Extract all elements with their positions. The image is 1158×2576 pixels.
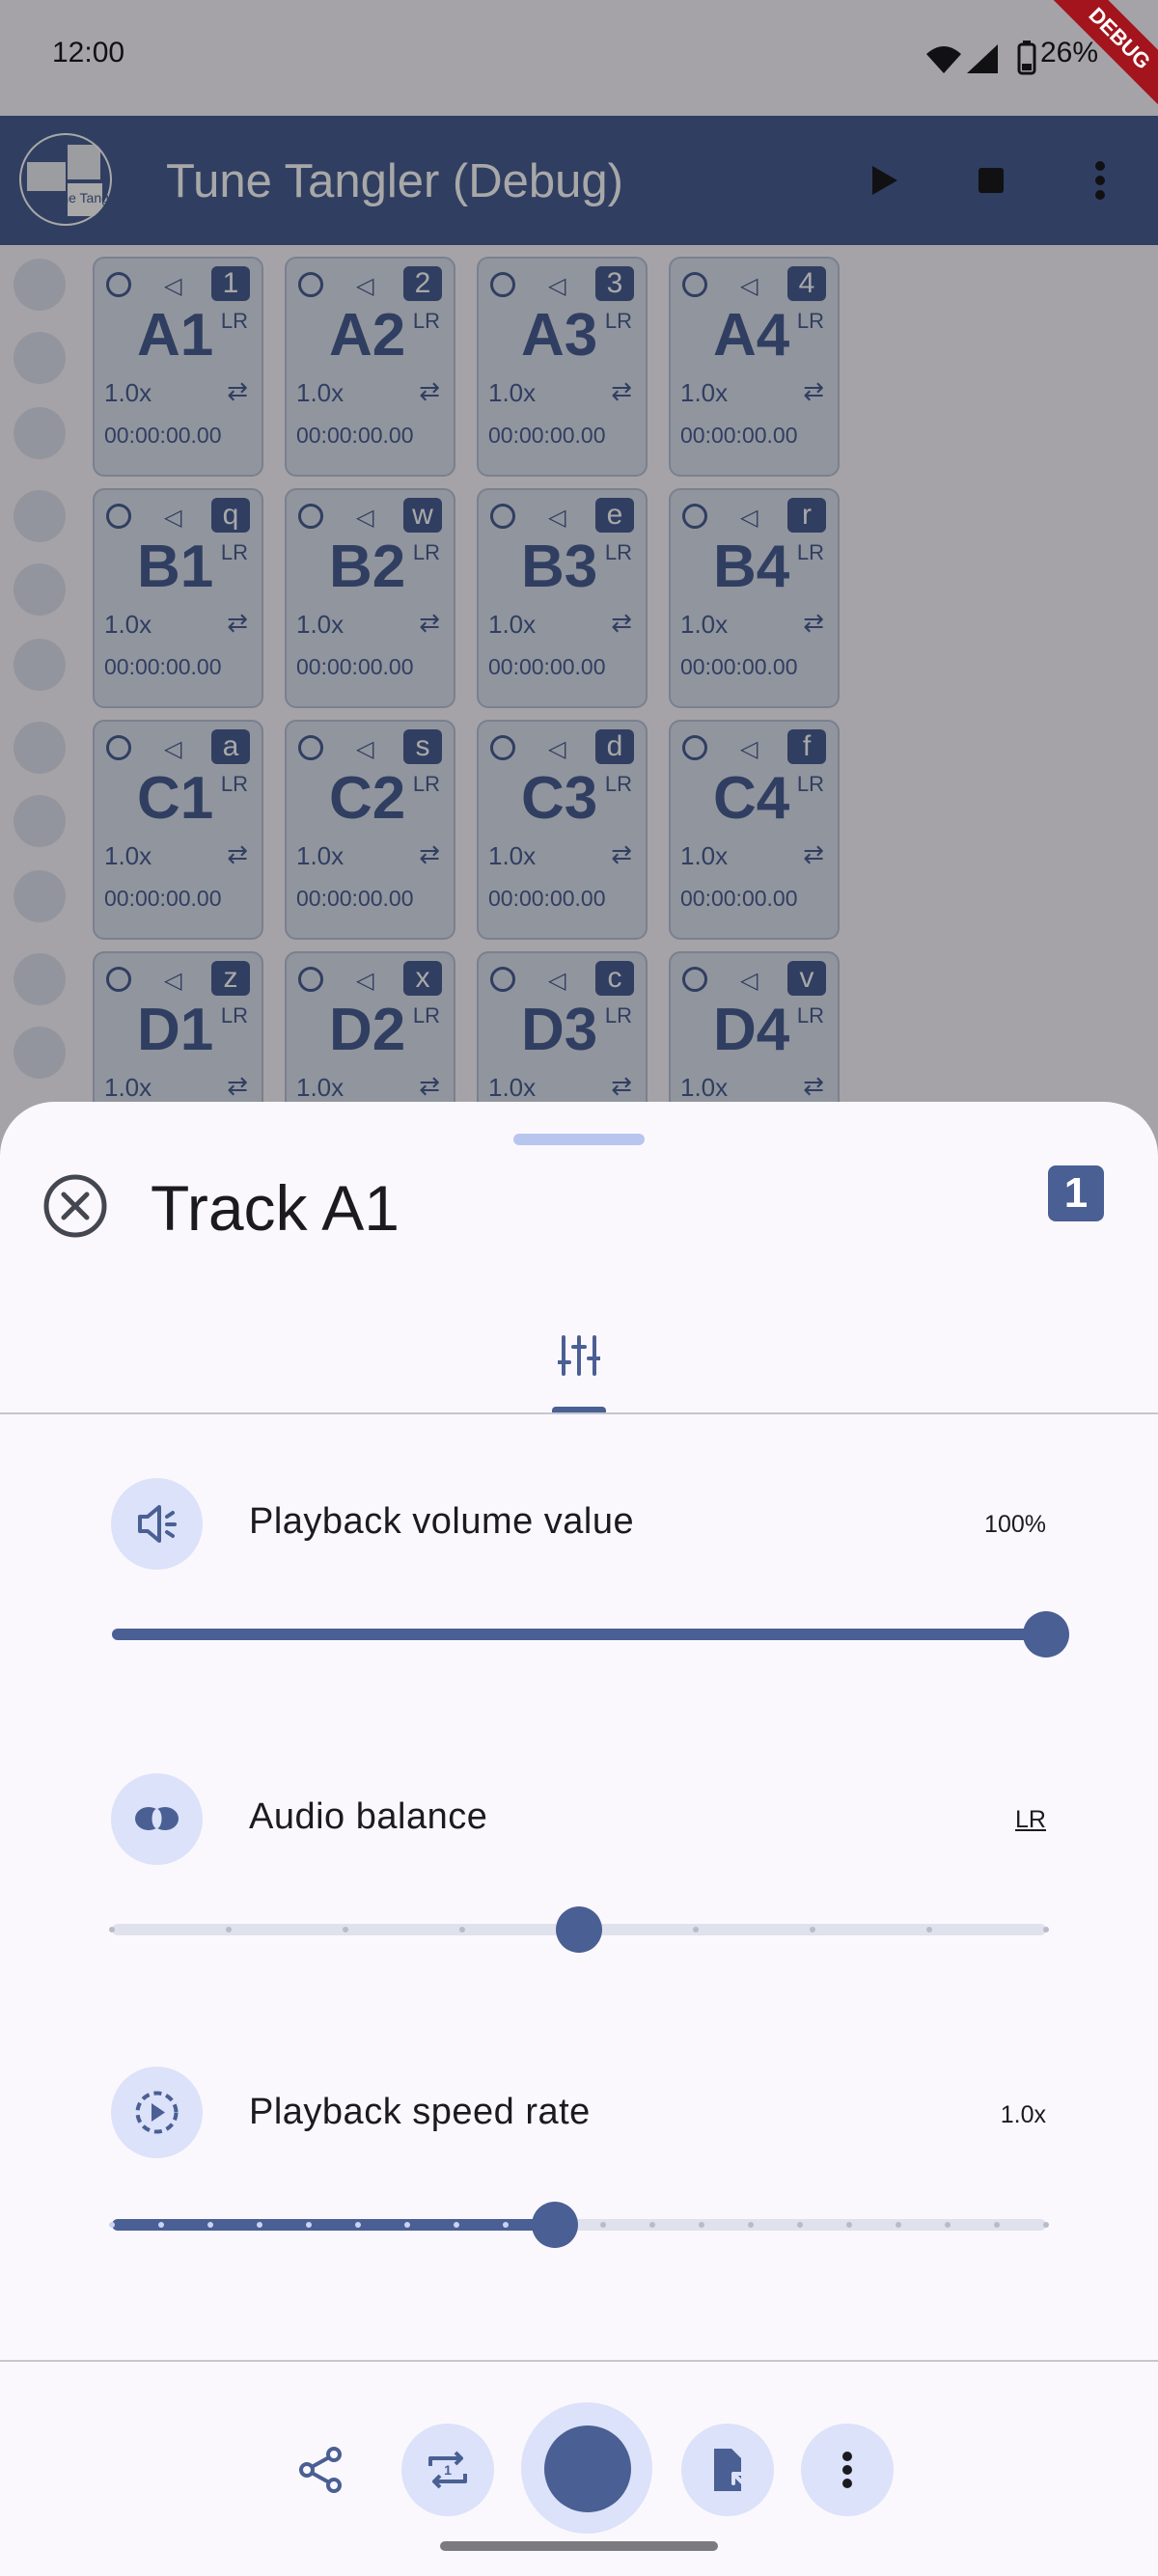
slider-tick: [256, 2222, 262, 2228]
slider-active-track: [112, 2219, 555, 2231]
balance-value: LR: [1015, 1806, 1046, 1833]
file-import-icon: [714, 2449, 747, 2491]
bottom-divider: [0, 2360, 1158, 2362]
import-file-button[interactable]: [681, 2424, 774, 2516]
slider-tick: [810, 1927, 815, 1932]
slider-tick: [453, 2222, 459, 2228]
slider-tick: [693, 1927, 699, 1932]
modal-scrim[interactable]: [0, 0, 1158, 1158]
slider-tick: [109, 1927, 115, 1932]
slider-tick: [226, 1927, 232, 1932]
close-icon[interactable]: [42, 1173, 108, 1239]
slider-tick: [1043, 1927, 1049, 1932]
slider-tick: [354, 2222, 361, 2228]
slider-thumb[interactable]: [1023, 1611, 1069, 1658]
slider-tick: [459, 1927, 465, 1932]
slider-tick: [1043, 2222, 1049, 2228]
slider-tick: [994, 2222, 1001, 2228]
repeat-button[interactable]: 1: [401, 2424, 494, 2516]
slider-tick: [343, 1927, 348, 1932]
sheet-title: Track A1: [151, 1172, 400, 1244]
slider-tick: [403, 2222, 410, 2228]
svg-text:1: 1: [444, 2462, 452, 2478]
repeat-one-icon: 1: [428, 2451, 467, 2489]
drag-handle[interactable]: [513, 1134, 645, 1145]
slider-tick: [502, 2222, 509, 2228]
slider-tick: [305, 2222, 312, 2228]
volume-icon: [111, 1478, 203, 1570]
tab-divider: [0, 1412, 1158, 1414]
home-indicator[interactable]: [440, 2541, 718, 2551]
speed-value: 1.0x: [1000, 2101, 1046, 2128]
slider-active-track: [112, 1629, 1046, 1640]
share-icon[interactable]: [295, 2445, 345, 2495]
speed-icon: [111, 2067, 203, 2158]
slider-thumb[interactable]: [531, 2202, 578, 2248]
record-icon: [544, 2425, 631, 2512]
more-vert-icon: [842, 2452, 852, 2488]
track-key-badge: 1: [1048, 1165, 1104, 1221]
balance-label: Audio balance: [249, 1796, 488, 1837]
volume-label: Playback volume value: [249, 1501, 635, 1542]
speed-label: Playback speed rate: [249, 2092, 591, 2132]
more-options-button[interactable]: [801, 2424, 894, 2516]
slider-tick: [157, 2222, 164, 2228]
record-button[interactable]: [521, 2402, 652, 2534]
slider-tick: [109, 2222, 115, 2228]
volume-value: 100%: [984, 1511, 1046, 1538]
slider-tick: [926, 1927, 932, 1932]
tune-icon[interactable]: [558, 1335, 600, 1376]
balance-icon: [111, 1773, 203, 1865]
slider-thumb[interactable]: [556, 1906, 602, 1953]
slider-tick: [207, 2222, 213, 2228]
